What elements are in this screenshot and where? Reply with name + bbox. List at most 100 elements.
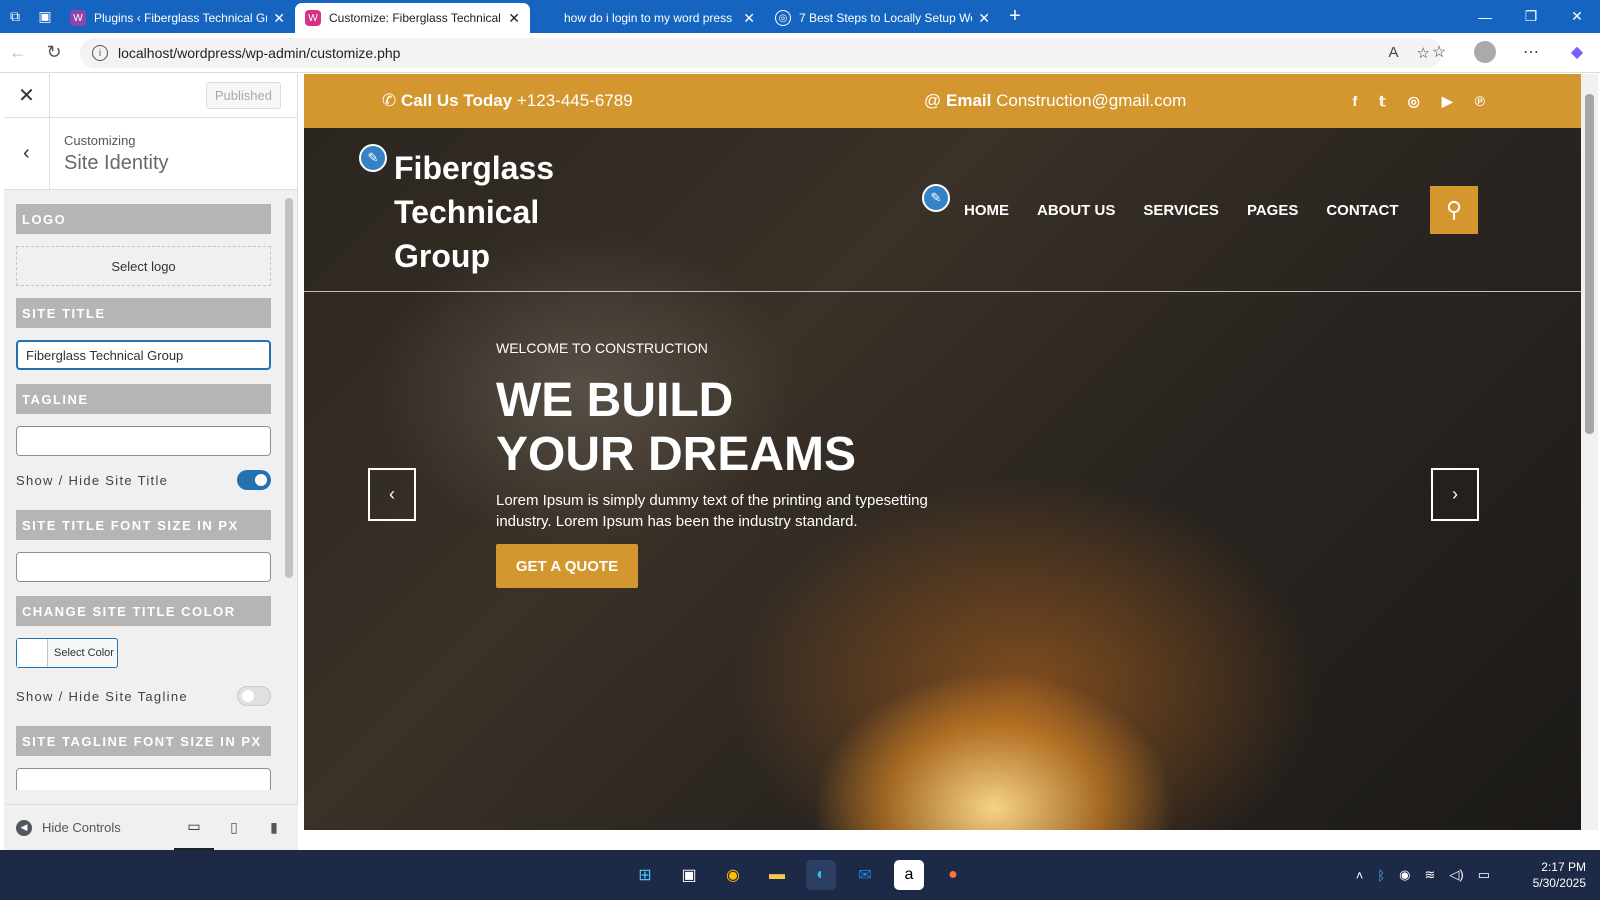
call-info: ✆ Call Us Today +123-445-6789 bbox=[382, 91, 633, 111]
at-icon: @ bbox=[924, 91, 942, 110]
tab-customize[interactable]: W Customize: Fiberglass Technical G ✕ bbox=[295, 3, 530, 33]
close-customizer-icon[interactable]: ✕ bbox=[4, 73, 50, 118]
search-button[interactable]: ⚲ bbox=[1430, 186, 1478, 234]
read-aloud-icon[interactable]: A bbox=[1389, 44, 1399, 62]
url-field[interactable]: i localhost/wordpress/wp-admin/customize… bbox=[80, 38, 1442, 68]
color-swatch bbox=[17, 639, 48, 667]
nav-item-contact[interactable]: CONTACT bbox=[1326, 202, 1398, 219]
copilot-icon[interactable]: ◆ bbox=[1562, 37, 1592, 67]
facebook-icon[interactable]: f bbox=[1352, 93, 1357, 110]
main-navigation: HOME ABOUT US SERVICES PAGES CONTACT bbox=[964, 202, 1399, 219]
select-color-button[interactable]: Select Color bbox=[16, 638, 118, 668]
tab-title: how do i login to my word press bbox=[564, 11, 733, 25]
edge-icon[interactable]: ◐ bbox=[806, 860, 836, 890]
desktop-preview-icon[interactable]: ▭ bbox=[174, 805, 214, 851]
search-favicon-icon bbox=[540, 10, 556, 26]
slider-next-button[interactable]: › bbox=[1431, 468, 1479, 521]
back-icon[interactable]: ← bbox=[0, 35, 36, 71]
published-button[interactable]: Published bbox=[205, 82, 281, 109]
tagline-input[interactable] bbox=[16, 426, 271, 456]
new-tab-button[interactable]: + bbox=[1000, 5, 1030, 28]
tab-close-icon[interactable]: ✕ bbox=[743, 10, 755, 27]
call-number: +123-445-6789 bbox=[516, 91, 633, 110]
nav-item-pages[interactable]: PAGES bbox=[1247, 202, 1298, 219]
clock-time: 2:17 PM bbox=[1541, 860, 1586, 874]
tab-close-icon[interactable]: ✕ bbox=[978, 10, 990, 27]
tab-plugins[interactable]: W Plugins ‹ Fiberglass Technical Gro ✕ bbox=[60, 3, 295, 33]
browser-tab-bar: ⧉ ▣ W Plugins ‹ Fiberglass Technical Gro… bbox=[0, 0, 1600, 33]
site-title[interactable]: Fiberglass Technical Group bbox=[394, 146, 604, 278]
window-controls: — ❐ ✕ bbox=[1462, 0, 1600, 33]
profile-avatar[interactable] bbox=[1470, 37, 1500, 67]
customizing-label: Customizing bbox=[64, 132, 136, 148]
start-icon[interactable]: ⊞ bbox=[630, 860, 660, 890]
get-quote-button[interactable]: GET A QUOTE bbox=[496, 544, 638, 588]
tablet-preview-icon[interactable]: ▯ bbox=[214, 805, 254, 851]
site-info-icon[interactable]: i bbox=[92, 45, 108, 61]
favorites-icon[interactable]: ☆ bbox=[1424, 37, 1454, 67]
customizer-controls: LOGO Select logo SITE TITLE Fiberglass T… bbox=[4, 190, 282, 790]
section-title: Site Identity bbox=[64, 151, 169, 174]
site-preview: ✆ Call Us Today +123-445-6789 @ Email Co… bbox=[304, 74, 1581, 830]
restore-icon[interactable]: ❐ bbox=[1508, 0, 1554, 33]
twitter-icon[interactable]: 𝕥 bbox=[1379, 93, 1386, 110]
tab-title: Plugins ‹ Fiberglass Technical Gro bbox=[94, 11, 268, 25]
preview-scrollbar[interactable] bbox=[1581, 74, 1598, 830]
globe-icon: ◎ bbox=[775, 10, 791, 26]
instagram-icon[interactable]: ◎ bbox=[1408, 93, 1420, 110]
chevron-up-icon[interactable]: ˄ bbox=[1356, 868, 1364, 883]
wordpress-favicon-icon: W bbox=[305, 10, 321, 26]
minimize-icon[interactable]: — bbox=[1462, 0, 1508, 33]
file-explorer-icon[interactable]: ▬ bbox=[762, 860, 792, 890]
email-label: Email bbox=[946, 91, 992, 110]
slider-prev-button[interactable]: ‹ bbox=[368, 468, 416, 521]
task-view-icon[interactable]: ▣ bbox=[674, 860, 704, 890]
back-chevron-icon[interactable]: ‹ bbox=[4, 117, 50, 190]
site-title-heading: SITE TITLE bbox=[16, 298, 271, 328]
hero-description: Lorem Ipsum is simply dummy text of the … bbox=[496, 492, 928, 530]
nav-item-services[interactable]: SERVICES bbox=[1143, 202, 1219, 219]
chrome-icon[interactable]: ◉ bbox=[718, 860, 748, 890]
wifi-icon[interactable]: ≋ bbox=[1424, 867, 1435, 883]
tab-article[interactable]: ◎ 7 Best Steps to Locally Setup Wor ✕ bbox=[765, 3, 1000, 33]
chevron-left-icon: ‹ bbox=[389, 484, 395, 504]
edit-title-pencil-icon[interactable]: ✎ bbox=[359, 144, 387, 172]
tagline-heading: TAGLINE bbox=[16, 384, 271, 414]
workspaces-icon[interactable]: ⧉ bbox=[0, 0, 30, 33]
tab-close-icon[interactable]: ✕ bbox=[508, 10, 520, 27]
tab-actions-icon[interactable]: ▣ bbox=[30, 0, 60, 33]
battery-icon[interactable]: ▭ bbox=[1478, 867, 1490, 883]
reload-icon[interactable]: ↻ bbox=[36, 35, 72, 71]
site-title-input[interactable]: Fiberglass Technical Group bbox=[16, 340, 271, 370]
hide-controls-button[interactable]: ◀ Hide Controls bbox=[16, 819, 121, 836]
youtube-icon[interactable]: ▶ bbox=[1442, 93, 1453, 110]
tagline-font-size-input[interactable] bbox=[16, 768, 271, 790]
tab-search[interactable]: how do i login to my word press ✕ bbox=[530, 3, 765, 33]
tab-close-icon[interactable]: ✕ bbox=[273, 10, 285, 27]
sidebar-scrollbar[interactable] bbox=[285, 198, 293, 578]
mobile-preview-icon[interactable]: ▮ bbox=[254, 805, 294, 851]
show-hide-title-toggle[interactable] bbox=[237, 470, 271, 490]
header-divider bbox=[304, 291, 1581, 292]
pinterest-icon[interactable]: ℗ bbox=[1475, 93, 1485, 110]
close-window-icon[interactable]: ✕ bbox=[1554, 0, 1600, 33]
title-font-size-heading: SITE TITLE FONT SIZE IN PX bbox=[16, 510, 271, 540]
more-menu-icon[interactable]: ⋯ bbox=[1516, 37, 1546, 67]
bluetooth-icon[interactable]: ᛒ bbox=[1377, 868, 1385, 883]
chrome-tray-icon[interactable]: ◉ bbox=[1399, 867, 1410, 883]
nav-item-home[interactable]: HOME bbox=[964, 202, 1009, 219]
amazon-icon[interactable]: a bbox=[894, 860, 924, 890]
show-hide-tagline-toggle[interactable] bbox=[237, 686, 271, 706]
wordpress-favicon-icon: W bbox=[70, 10, 86, 26]
edit-menu-pencil-icon[interactable]: ✎ bbox=[922, 184, 950, 212]
collapse-icon: ◀ bbox=[16, 819, 32, 836]
firefox-icon[interactable]: ● bbox=[938, 860, 968, 890]
nav-item-about[interactable]: ABOUT US bbox=[1037, 202, 1115, 219]
clock[interactable]: 2:17 PM 5/30/2025 bbox=[1533, 859, 1586, 891]
title-font-size-input[interactable] bbox=[16, 552, 271, 582]
volume-icon[interactable]: ◁) bbox=[1449, 867, 1463, 883]
call-label: Call Us Today bbox=[400, 91, 513, 110]
outlook-icon[interactable]: ✉ bbox=[850, 860, 880, 890]
hero-kicker: WELCOME TO CONSTRUCTION bbox=[496, 340, 708, 356]
select-logo-button[interactable]: Select logo bbox=[16, 246, 271, 286]
